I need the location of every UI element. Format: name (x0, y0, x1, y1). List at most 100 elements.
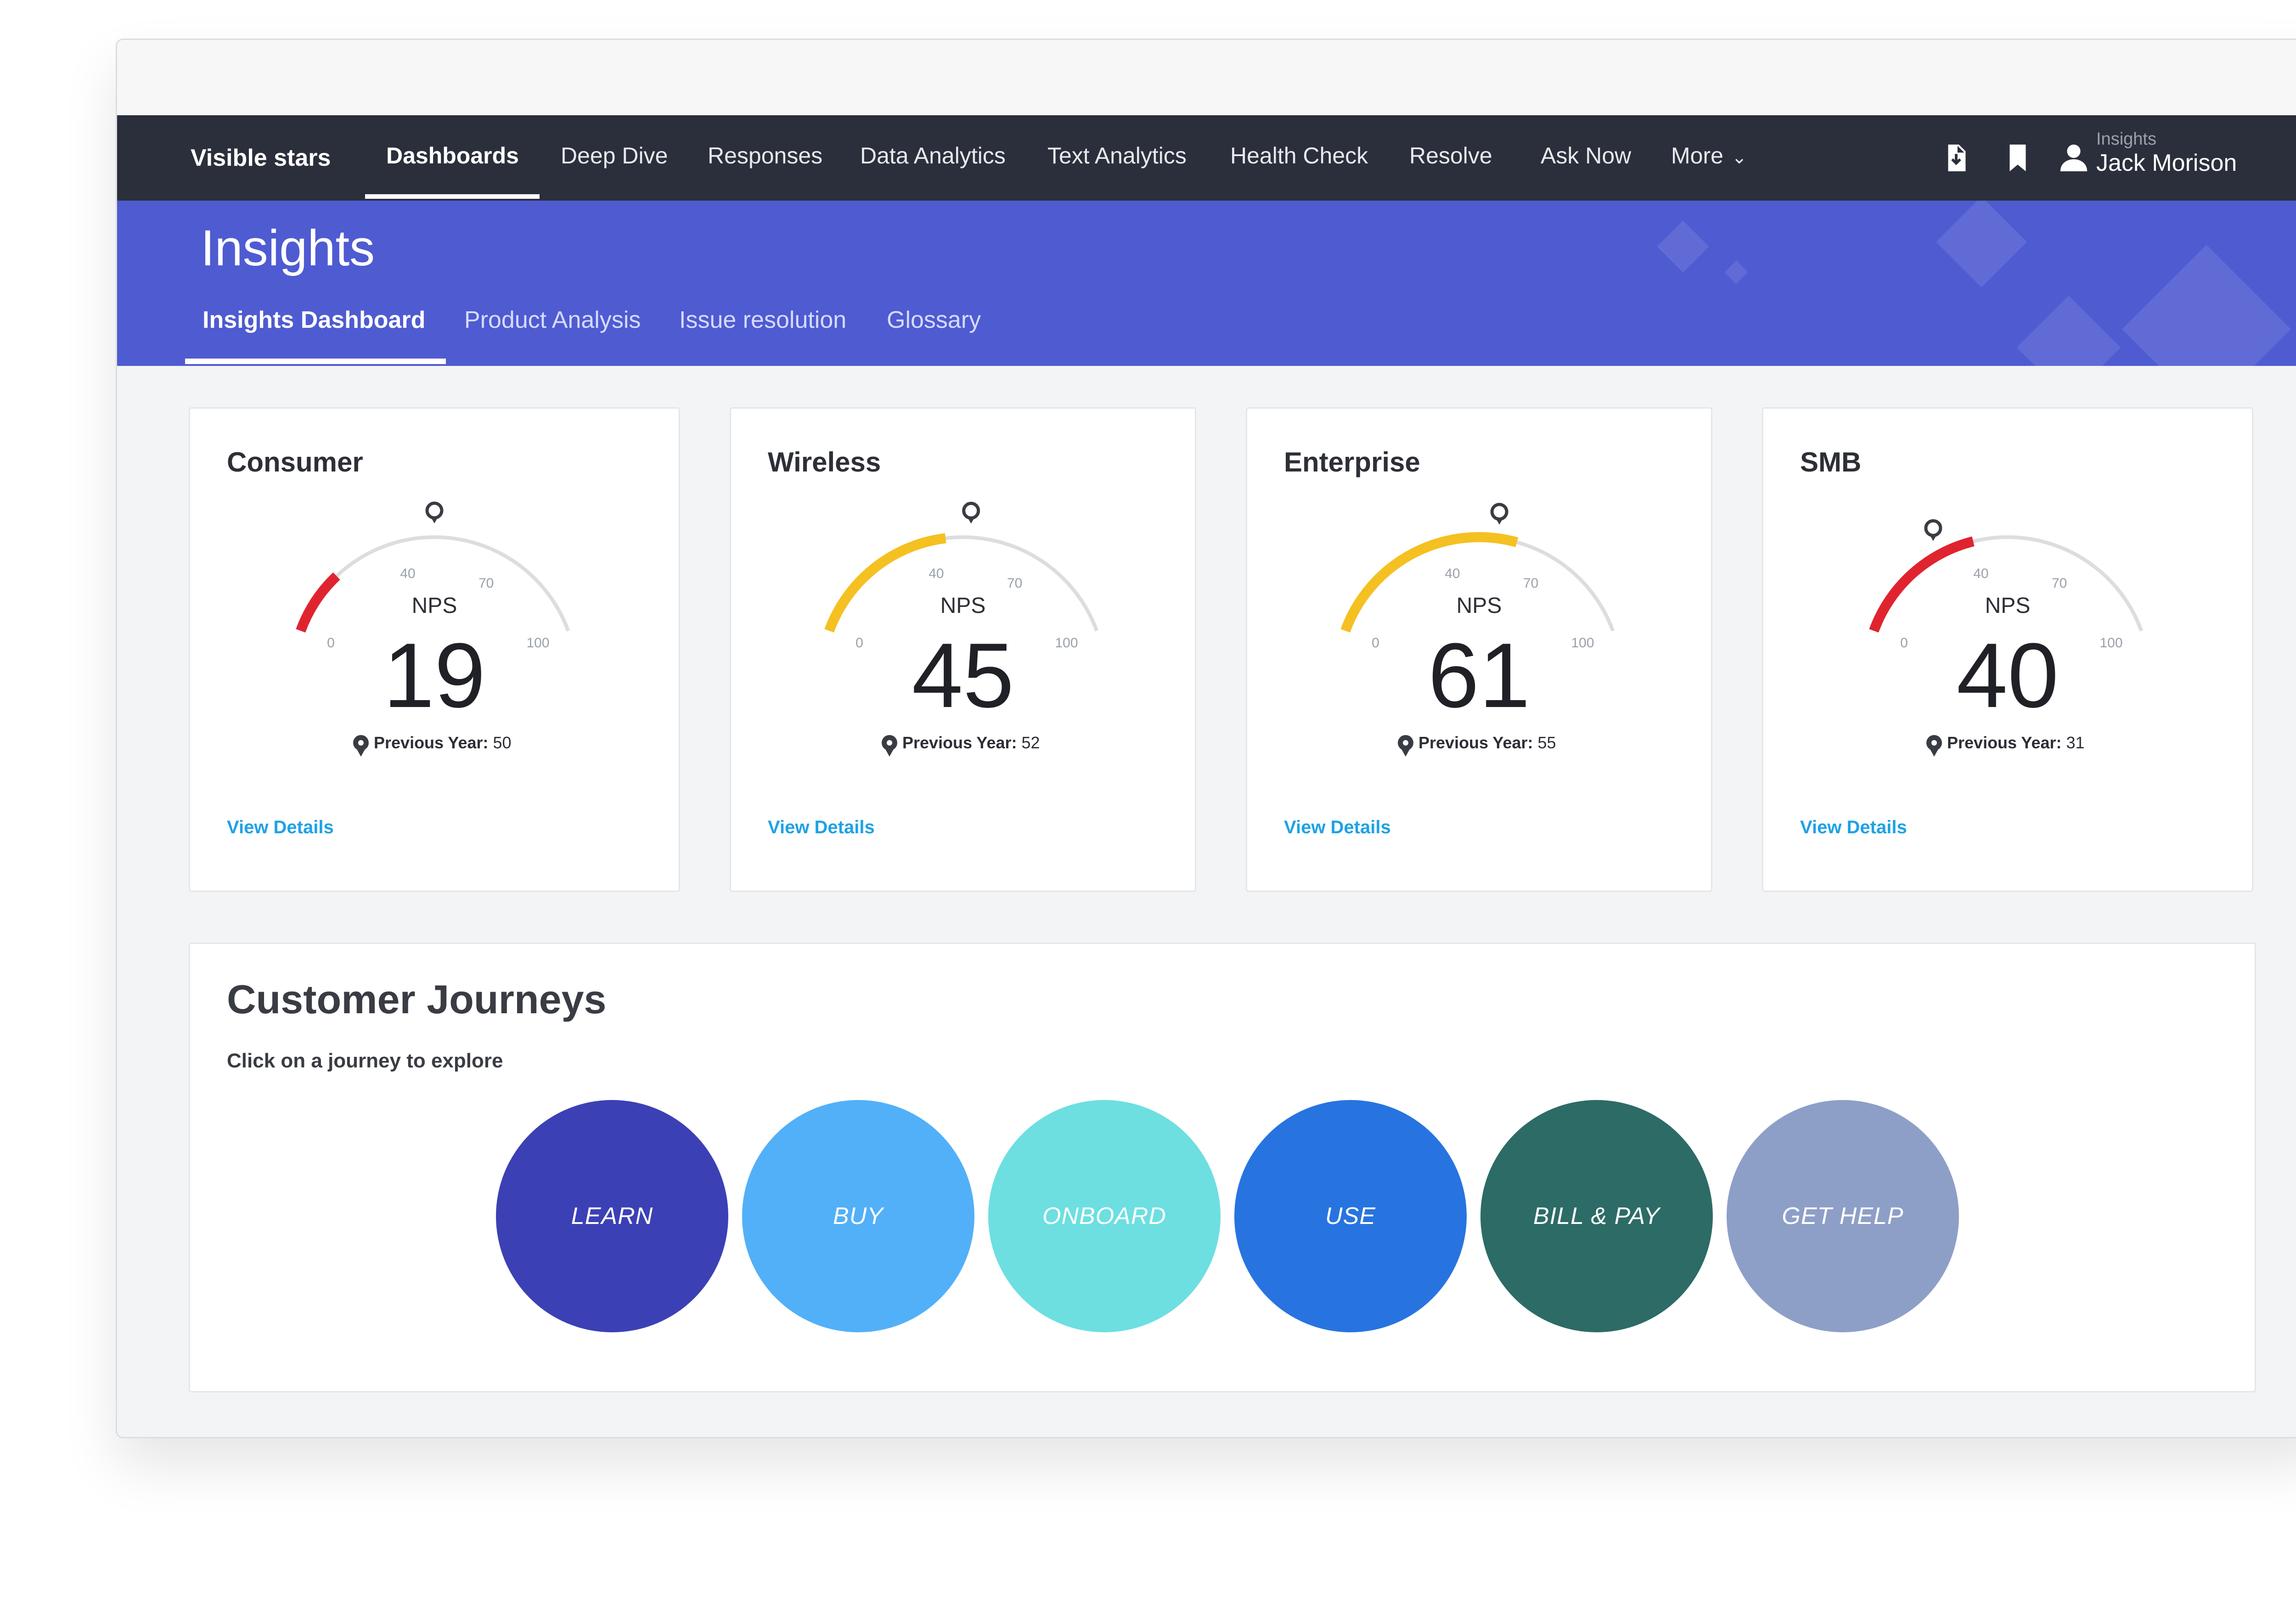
decorative-diamond (2016, 295, 2121, 366)
gauge-svg: 0 40 70 100 NPS 45 Previous Year: 52 (824, 501, 1099, 757)
nps-gauge: 0 40 70 100 NPS 19 Previous Year: 50 (190, 500, 679, 785)
app-window: Visible stars Dashboards Deep Dive Respo… (116, 39, 2296, 1438)
decorative-diamond (1724, 260, 1748, 284)
gauge-metric-label: NPS (1985, 594, 2031, 618)
gauge-tick-label: 40 (400, 566, 415, 581)
view-details-link[interactable]: View Details (227, 817, 334, 838)
tab-glossary[interactable]: Glossary (887, 306, 981, 334)
previous-year-marker-icon (1490, 503, 1508, 525)
previous-year-marker-icon (425, 501, 444, 523)
gauge-tick-label: 70 (1007, 576, 1022, 591)
section-title: Customer Journeys (227, 977, 607, 1022)
gauge-metric-label: NPS (940, 594, 986, 618)
insights-header: Insights Insights Dashboard Product Anal… (117, 201, 2296, 366)
previous-year-text: Previous Year: 52 (902, 733, 1040, 752)
journey-learn-button[interactable]: LEARN (496, 1100, 728, 1332)
nav-active-indicator (365, 194, 540, 199)
nps-card-wireless: Wireless 0 40 70 100 NPS 45 Previous Year: 52 V… (730, 407, 1196, 892)
nav-responses[interactable]: Responses (708, 115, 822, 201)
gauge-tick-label: 70 (2052, 576, 2067, 591)
user-menu[interactable]: Insights Jack Morison (2096, 129, 2237, 177)
nav-dashboards[interactable]: Dashboards (386, 115, 519, 201)
gauge-tick-label: 40 (929, 566, 944, 581)
tab-active-indicator (185, 359, 446, 364)
decorative-diamond (2122, 245, 2291, 366)
tab-product-analysis[interactable]: Product Analysis (464, 306, 641, 334)
tab-insights-dashboard[interactable]: Insights Dashboard (203, 306, 425, 334)
previous-year-text: Previous Year: 50 (374, 733, 512, 752)
gauge-tick-label: 100 (1571, 635, 1594, 651)
nav-health-check[interactable]: Health Check (1230, 115, 1368, 201)
nav-more[interactable]: More ⌄ (1671, 115, 1747, 201)
nav-text-analytics[interactable]: Text Analytics (1047, 115, 1187, 201)
gauge-tick-label: 0 (855, 635, 863, 651)
decorative-diamond (1657, 220, 1709, 273)
card-title: Consumer (227, 447, 363, 477)
gauge-tick-label: 100 (526, 635, 549, 651)
tab-issue-resolution[interactable]: Issue resolution (679, 306, 846, 334)
view-details-link[interactable]: View Details (1284, 817, 1391, 838)
gauge-metric-label: NPS (412, 594, 457, 618)
journey-onboard-button[interactable]: ONBOARD (988, 1100, 1221, 1332)
journey-bill-pay-button[interactable]: BILL & PAY (1480, 1100, 1713, 1332)
previous-year-text: Previous Year: 31 (1947, 733, 2085, 752)
nps-card-consumer: Consumer 0 40 70 100 NPS 19 Previous Year: 50 V… (189, 407, 680, 892)
gauge-svg: 0 40 70 100 NPS 61 Previous Year: 55 (1340, 503, 1615, 757)
section-subtitle: Click on a journey to explore (227, 1050, 503, 1072)
gauge-value-arc (824, 533, 946, 633)
gauge-svg: 0 40 70 100 NPS 19 Previous Year: 50 (296, 501, 570, 757)
gauge-tick-label: 40 (1973, 566, 1988, 581)
card-title: SMB (1800, 447, 1862, 477)
gauge-tick-label: 0 (327, 635, 335, 651)
gauge-value: 61 (1428, 624, 1530, 727)
gauge-tick-label: 100 (1055, 635, 1078, 651)
card-title: Wireless (768, 447, 881, 477)
gauge-value-arc (1869, 536, 1975, 633)
journey-get-help-button[interactable]: GET HELP (1727, 1100, 1959, 1332)
journey-use-button[interactable]: USE (1234, 1100, 1467, 1332)
journey-buy-button[interactable]: BUY (742, 1100, 974, 1332)
brand-name: Visible stars (191, 145, 331, 171)
previous-year-icon (882, 735, 897, 757)
chevron-down-icon: ⌄ (1731, 147, 1747, 168)
gauge-value: 45 (912, 624, 1014, 727)
previous-year-marker-icon (1924, 519, 1942, 541)
user-name: Jack Morison (2096, 150, 2237, 176)
gauge-value: 19 (383, 624, 485, 727)
gauge-tick-label: 0 (1372, 635, 1379, 651)
nav-data-analytics[interactable]: Data Analytics (860, 115, 1006, 201)
previous-year-icon (353, 735, 369, 757)
previous-year-icon (1926, 735, 1942, 757)
view-details-link[interactable]: View Details (768, 817, 875, 838)
nps-card-enterprise: Enterprise 0 40 70 100 NPS 61 Previous Year: 55… (1246, 407, 1712, 892)
view-details-link[interactable]: View Details (1800, 817, 1907, 838)
gauge-value-arc (296, 572, 340, 633)
bookmark-icon[interactable] (2002, 142, 2034, 174)
gauge-tick-label: 70 (478, 576, 494, 591)
top-navigation: Visible stars Dashboards Deep Dive Respo… (117, 115, 2296, 201)
decorative-diamond (1936, 201, 2027, 287)
user-icon[interactable] (2058, 142, 2090, 174)
gauge-tick-label: 70 (1523, 576, 1538, 591)
card-title: Enterprise (1284, 447, 1420, 477)
gauge-svg: 0 40 70 100 NPS 40 Previous Year: 31 (1869, 519, 2144, 757)
gauge-metric-label: NPS (1457, 594, 1502, 618)
nps-gauge: 0 40 70 100 NPS 40 Previous Year: 31 (1763, 500, 2252, 785)
nav-ask-now[interactable]: Ask Now (1541, 115, 1631, 201)
page-title: Insights (201, 220, 375, 276)
previous-year-marker-icon (962, 501, 980, 524)
gauge-value: 40 (1957, 624, 2059, 727)
gauge-tick-label: 100 (2099, 635, 2122, 651)
previous-year-text: Previous Year: 55 (1418, 733, 1556, 752)
nps-card-smb: SMB 0 40 70 100 NPS 40 Previous Year: 31 View D… (1762, 407, 2253, 892)
previous-year-icon (1398, 735, 1413, 757)
gauge-tick-label: 40 (1445, 566, 1460, 581)
export-icon[interactable] (1940, 142, 1972, 174)
nav-deep-dive[interactable]: Deep Dive (561, 115, 668, 201)
customer-journeys-panel: Customer Journeys Click on a journey to … (189, 943, 2256, 1392)
window-titlebar (117, 40, 2296, 115)
gauge-tick-label: 0 (1900, 635, 1908, 651)
nav-resolve[interactable]: Resolve (1409, 115, 1492, 201)
user-role: Insights (2096, 129, 2156, 149)
nps-gauge: 0 40 70 100 NPS 45 Previous Year: 52 (731, 500, 1195, 785)
